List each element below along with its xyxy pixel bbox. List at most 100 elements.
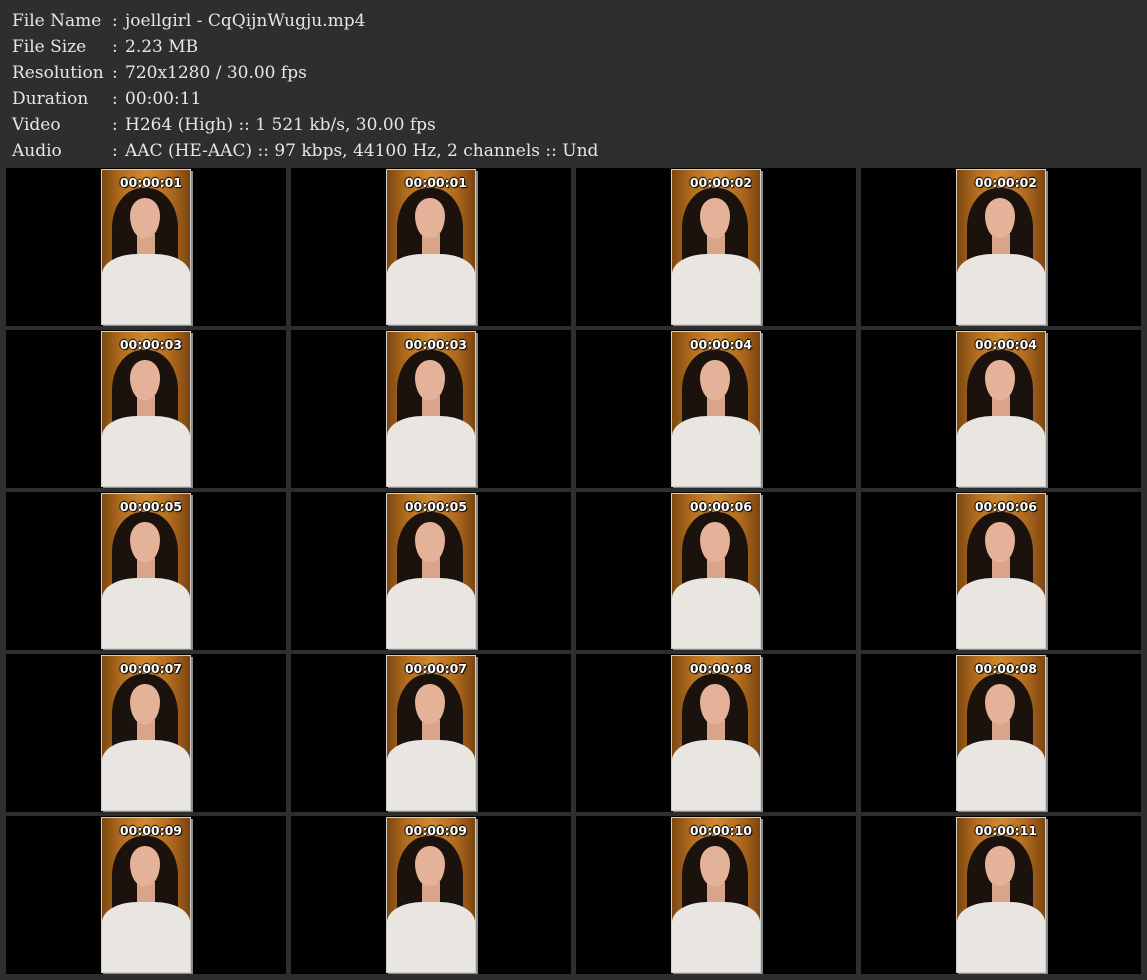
meta-row-duration: Duration : 00:00:11 (12, 86, 598, 112)
video-frame-thumbnail: 00:00:05 (101, 493, 191, 649)
video-frame-thumbnail: 00:00:03 (101, 331, 191, 487)
shirt-shape (957, 740, 1045, 810)
video-frame-thumbnail: 00:00:07 (101, 655, 191, 811)
shirt-shape (387, 902, 475, 972)
timestamp-label: 00:00:07 (404, 661, 467, 676)
meta-value: 720x1280 / 30.00 fps (125, 63, 307, 83)
shirt-shape (957, 254, 1045, 324)
face-shape (130, 684, 160, 724)
timestamp-label: 00:00:04 (974, 337, 1037, 352)
meta-value: H264 (High) :: 1 521 kb/s, 30.00 fps (125, 115, 436, 135)
meta-key: Duration (12, 89, 89, 109)
face-shape (985, 846, 1015, 886)
timestamp-label: 00:00:08 (689, 661, 752, 676)
thumbnail-grid: 00:00:01 00:00:01 00:00:02 00:00:02 00:00:03… (6, 168, 1141, 974)
timestamp-label: 00:00:11 (974, 823, 1037, 838)
meta-separator: : (112, 11, 118, 31)
face-shape (130, 522, 160, 562)
timestamp-label: 00:00:03 (119, 337, 182, 352)
video-frame-thumbnail: 00:00:01 (101, 169, 191, 325)
thumbnail-cell: 00:00:11 (861, 816, 1141, 974)
timestamp-label: 00:00:05 (119, 499, 182, 514)
shirt-shape (672, 254, 760, 324)
face-shape (415, 198, 445, 238)
meta-separator: : (112, 37, 118, 57)
thumbnail-cell: 00:00:10 (576, 816, 856, 974)
timestamp-label: 00:00:03 (404, 337, 467, 352)
shirt-shape (102, 254, 190, 324)
video-frame-thumbnail: 00:00:04 (956, 331, 1046, 487)
timestamp-label: 00:00:07 (119, 661, 182, 676)
video-frame-thumbnail: 00:00:09 (101, 817, 191, 973)
meta-value: 00:00:11 (125, 89, 202, 109)
timestamp-label: 00:00:10 (689, 823, 752, 838)
video-frame-thumbnail: 00:00:02 (671, 169, 761, 325)
shirt-shape (957, 902, 1045, 972)
timestamp-label: 00:00:09 (119, 823, 182, 838)
face-shape (700, 684, 730, 724)
video-frame-thumbnail: 00:00:06 (956, 493, 1046, 649)
timestamp-label: 00:00:01 (404, 175, 467, 190)
face-shape (415, 684, 445, 724)
thumbnail-cell: 00:00:04 (861, 330, 1141, 488)
timestamp-label: 00:00:01 (119, 175, 182, 190)
meta-row-audio: Audio : AAC (HE-AAC) :: 97 kbps, 44100 H… (12, 138, 598, 164)
face-shape (985, 522, 1015, 562)
face-shape (130, 198, 160, 238)
meta-separator: : (112, 115, 118, 135)
meta-key: File Name (12, 11, 102, 31)
shirt-shape (672, 416, 760, 486)
shirt-shape (957, 578, 1045, 648)
face-shape (700, 360, 730, 400)
shirt-shape (672, 902, 760, 972)
shirt-shape (102, 902, 190, 972)
face-shape (985, 198, 1015, 238)
video-frame-thumbnail: 00:00:08 (956, 655, 1046, 811)
timestamp-label: 00:00:04 (689, 337, 752, 352)
thumbnail-cell: 00:00:03 (291, 330, 571, 488)
thumbnail-cell: 00:00:06 (861, 492, 1141, 650)
meta-row-file-size: File Size : 2.23 MB (12, 34, 598, 60)
thumbnail-cell: 00:00:09 (6, 816, 286, 974)
meta-key: Video (12, 115, 61, 135)
shirt-shape (102, 578, 190, 648)
video-frame-thumbnail: 00:00:06 (671, 493, 761, 649)
shirt-shape (387, 578, 475, 648)
shirt-shape (387, 740, 475, 810)
shirt-shape (672, 740, 760, 810)
meta-row-resolution: Resolution : 720x1280 / 30.00 fps (12, 60, 598, 86)
timestamp-label: 00:00:05 (404, 499, 467, 514)
video-frame-thumbnail: 00:00:01 (386, 169, 476, 325)
meta-value: 2.23 MB (125, 37, 199, 57)
meta-separator: : (112, 63, 118, 83)
face-shape (700, 522, 730, 562)
face-shape (700, 198, 730, 238)
timestamp-label: 00:00:06 (974, 499, 1037, 514)
face-shape (985, 684, 1015, 724)
video-frame-thumbnail: 00:00:10 (671, 817, 761, 973)
meta-row-video: Video : H264 (High) :: 1 521 kb/s, 30.00… (12, 112, 598, 138)
video-frame-thumbnail: 00:00:02 (956, 169, 1046, 325)
meta-value: AAC (HE-AAC) :: 97 kbps, 44100 Hz, 2 cha… (125, 141, 599, 161)
video-frame-thumbnail: 00:00:07 (386, 655, 476, 811)
face-shape (985, 360, 1015, 400)
thumbnail-cell: 00:00:05 (291, 492, 571, 650)
timestamp-label: 00:00:02 (974, 175, 1037, 190)
thumbnail-cell: 00:00:03 (6, 330, 286, 488)
thumbnail-cell: 00:00:04 (576, 330, 856, 488)
timestamp-label: 00:00:02 (689, 175, 752, 190)
thumbnail-cell: 00:00:08 (576, 654, 856, 812)
meta-separator: : (112, 141, 118, 161)
thumbnail-cell: 00:00:09 (291, 816, 571, 974)
meta-key: Resolution (12, 63, 104, 83)
face-shape (700, 846, 730, 886)
shirt-shape (102, 740, 190, 810)
meta-row-file-name: File Name : joellgirl - CqQijnWugju.mp4 (12, 8, 598, 34)
face-shape (415, 522, 445, 562)
thumbnail-cell: 00:00:07 (291, 654, 571, 812)
face-shape (415, 360, 445, 400)
thumbnail-cell: 00:00:08 (861, 654, 1141, 812)
video-frame-thumbnail: 00:00:08 (671, 655, 761, 811)
file-info-panel: File Name : joellgirl - CqQijnWugju.mp4 … (12, 8, 598, 164)
meta-separator: : (112, 89, 118, 109)
